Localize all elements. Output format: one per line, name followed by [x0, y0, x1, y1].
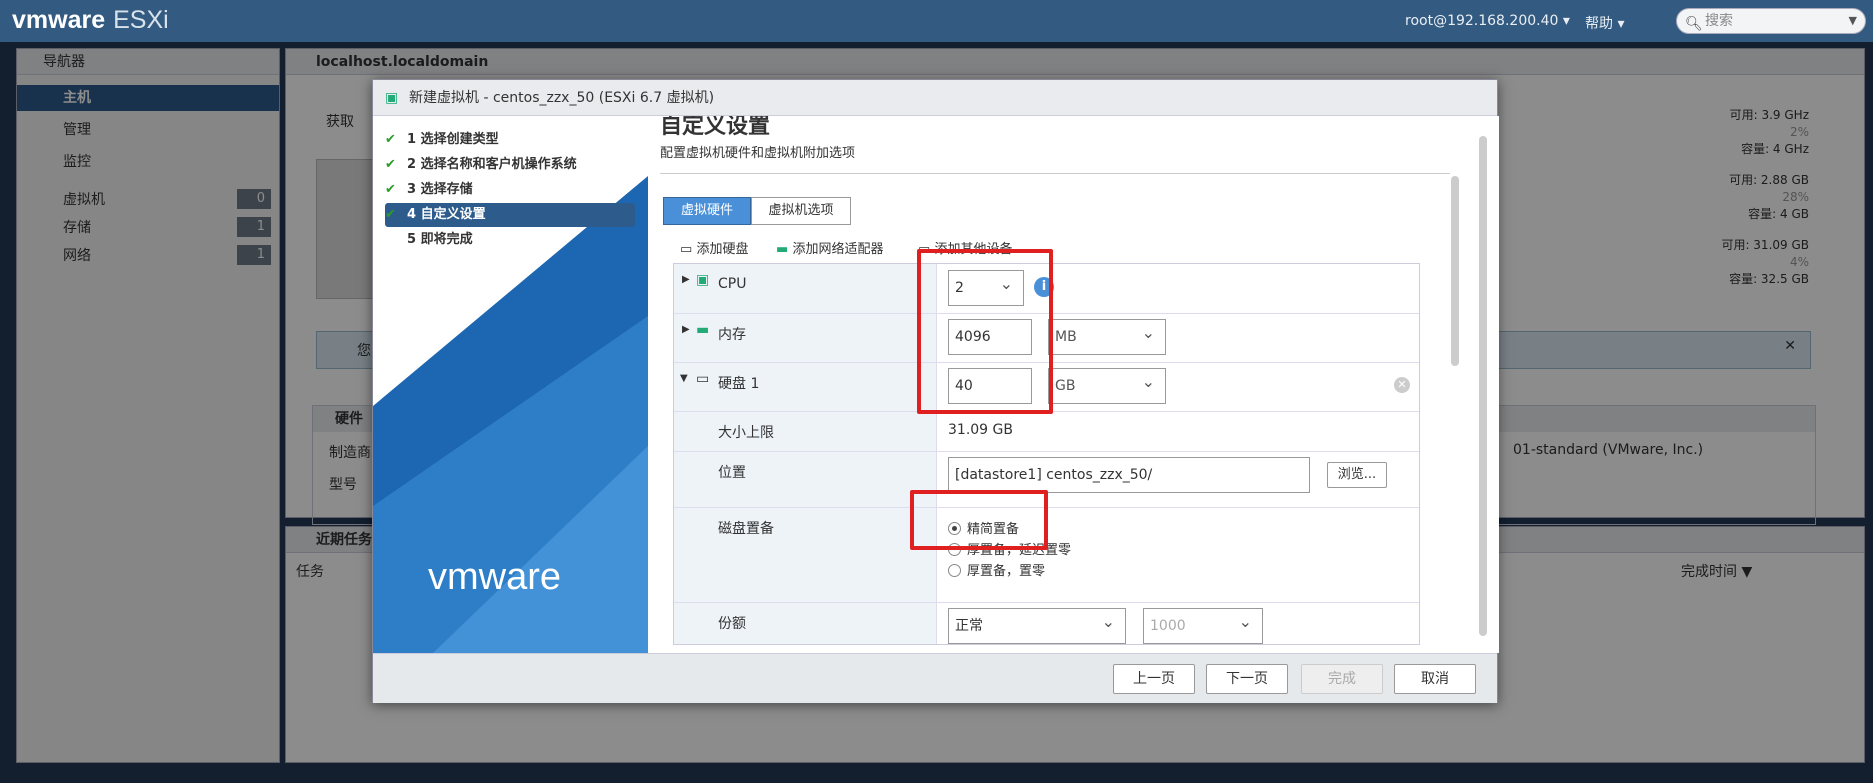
step-3[interactable]: ✔ 3 选择存储: [385, 178, 635, 202]
help-menu[interactable]: 帮助 ▾: [1585, 13, 1624, 33]
location-input[interactable]: [datastore1] centos_zzx_50/: [948, 457, 1310, 493]
memory-icon: ▬: [696, 322, 710, 338]
annotation-box-sizes: [917, 249, 1053, 414]
vmware-logo: vmware: [428, 556, 562, 598]
page-subtitle: 配置虚拟机硬件和虚拟机附加选项: [660, 142, 1450, 174]
tab-virtual-hardware[interactable]: 虚拟硬件: [663, 197, 751, 225]
inner-scrollbar[interactable]: [1451, 176, 1459, 366]
disk-icon: ▭: [680, 242, 693, 257]
add-network-button[interactable]: ▬ 添加网络适配器: [776, 238, 883, 257]
top-bar: vmware ESXi root@192.168.200.40 ▾ 帮助 ▾ 🔍︎…: [0, 0, 1873, 42]
dialog-footer: 上一页 下一页 完成 取消: [373, 653, 1497, 703]
annotation-box-provision: [910, 490, 1048, 550]
expand-icon[interactable]: ▶: [682, 324, 690, 335]
nic-icon: ▬: [776, 242, 789, 257]
wizard-steps: ✔ 1 选择创建类型 ✔ 2 选择名称和客户机操作系统 ✔ 3 选择存储 ✔ 4 自定义…: [373, 116, 648, 653]
search-icon: 🔍︎: [1685, 16, 1703, 32]
max-size-row: 大小上限 31.09 GB: [674, 412, 1419, 452]
disk-icon: ▭: [696, 371, 710, 387]
browse-button[interactable]: 浏览...: [1327, 462, 1387, 488]
memory-unit-select[interactable]: MB: [1048, 316, 1166, 355]
add-disk-button[interactable]: ▭ 添加硬盘: [680, 238, 748, 257]
search-input[interactable]: 🔍︎ 搜索 ▼: [1676, 8, 1866, 34]
customize-panel: 自定义设置 配置虚拟机硬件和虚拟机附加选项 虚拟硬件 虚拟机选项 ▭ 添加硬盘 …: [648, 116, 1499, 653]
disk-unit-select[interactable]: GB: [1048, 365, 1166, 404]
page-heading: 自定义设置: [660, 116, 771, 139]
step-5[interactable]: 5 即将完成: [385, 228, 635, 252]
vm-add-icon: ▣: [385, 90, 399, 106]
next-button[interactable]: 下一页: [1206, 664, 1288, 694]
expand-icon[interactable]: ▶: [682, 274, 690, 285]
shares-number[interactable]: 1000: [1143, 605, 1263, 644]
step-2[interactable]: ✔ 2 选择名称和客户机操作系统: [385, 153, 635, 177]
dialog-title: ▣ 新建虚拟机 - centos_zzx_50 (ESXi 6.7 虚拟机): [373, 80, 1497, 116]
brand-logo: vmware ESXi: [12, 6, 169, 34]
step-4-active[interactable]: ✔ 4 自定义设置: [385, 203, 635, 227]
outer-scrollbar[interactable]: [1479, 136, 1487, 636]
chevron-down-icon[interactable]: ▼: [1849, 9, 1857, 33]
collapse-icon[interactable]: ▼: [680, 373, 688, 384]
step-1[interactable]: ✔ 1 选择创建类型: [385, 128, 635, 152]
shares-select[interactable]: 正常: [948, 605, 1126, 644]
shares-row: 份额 正常 1000: [674, 603, 1419, 644]
thick-eager-radio[interactable]: 厚置备，置零: [948, 560, 1045, 579]
finish-button[interactable]: 完成: [1301, 664, 1383, 694]
tab-vm-options[interactable]: 虚拟机选项: [751, 197, 851, 225]
cpu-icon: ▣: [696, 272, 710, 288]
user-menu[interactable]: root@192.168.200.40 ▾: [1405, 13, 1570, 29]
prev-button[interactable]: 上一页: [1113, 664, 1195, 694]
remove-icon[interactable]: ✕: [1394, 377, 1410, 393]
cancel-button[interactable]: 取消: [1394, 664, 1476, 694]
